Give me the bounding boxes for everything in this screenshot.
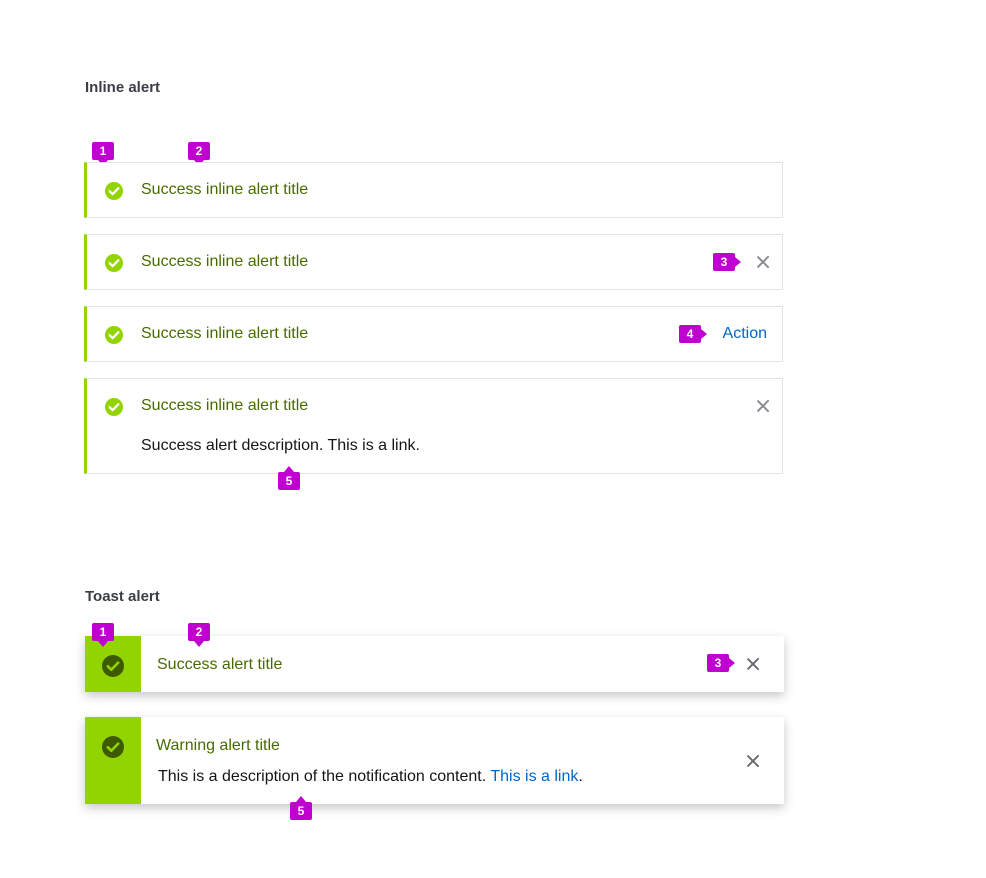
- description-text: This is a description of the notificatio…: [158, 768, 487, 785]
- callout-3: 3: [707, 654, 735, 672]
- description-suffix: .: [578, 768, 583, 785]
- check-circle-icon: [104, 181, 124, 206]
- inline-alert-1: Success inline alert title: [84, 162, 783, 218]
- toast-alert-title: Warning alert title: [156, 737, 280, 754]
- toast-alert-title: Success alert title: [157, 656, 283, 673]
- check-circle-icon: [104, 397, 124, 422]
- callout-2: 2: [188, 142, 210, 166]
- inline-alert-title: Success inline alert title: [141, 397, 309, 414]
- check-circle-icon: [104, 253, 124, 278]
- close-icon[interactable]: [746, 657, 760, 671]
- close-icon[interactable]: [746, 754, 760, 768]
- callout-3: 3: [713, 253, 741, 271]
- check-circle-icon: [101, 654, 125, 683]
- callout-4: 4: [679, 325, 707, 343]
- inline-alert-4: Success inline alert title Success alert…: [84, 378, 783, 474]
- close-icon[interactable]: [756, 255, 770, 269]
- toast-alert-1: Success alert title: [85, 636, 784, 692]
- inline-alert-title: Success inline alert title: [141, 325, 309, 342]
- callout-1: 1: [92, 623, 114, 647]
- callout-5: 5: [290, 796, 312, 820]
- inline-alert-title: Success inline alert title: [141, 181, 309, 198]
- inline-alert-description: Success alert description. This is a lin…: [141, 437, 420, 454]
- callout-1: 1: [92, 142, 114, 166]
- toast-alert-2: Warning alert title This is a descriptio…: [85, 717, 784, 804]
- callout-2: 2: [188, 623, 210, 647]
- check-circle-icon: [104, 325, 124, 350]
- action-link[interactable]: Action: [723, 325, 767, 343]
- inline-alert-title: Success inline alert title: [141, 253, 309, 270]
- check-circle-icon: [101, 735, 125, 764]
- inline-alert-2: Success inline alert title: [84, 234, 783, 290]
- description-link[interactable]: This is a link: [490, 768, 578, 785]
- toast-alert-description: This is a description of the notificatio…: [158, 768, 583, 786]
- inline-alert-heading: Inline alert: [85, 79, 161, 96]
- callout-5: 5: [278, 466, 300, 490]
- close-icon[interactable]: [756, 399, 770, 413]
- toast-alert-heading: Toast alert: [85, 588, 160, 605]
